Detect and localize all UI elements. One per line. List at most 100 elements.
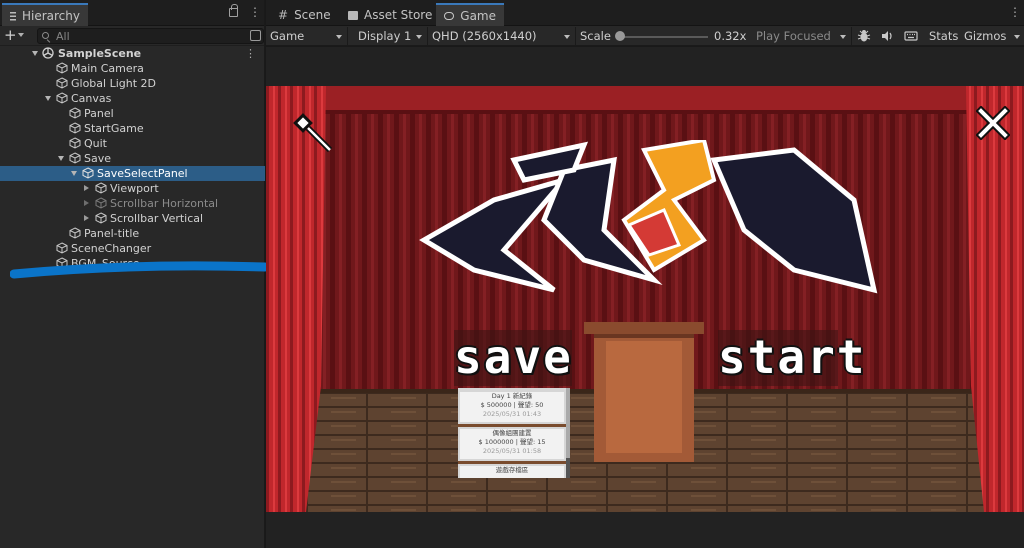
tree-item-panel[interactable]: Panel (0, 106, 265, 121)
add-button[interactable]: + (4, 27, 17, 43)
tab-scene-label: Scene (294, 7, 331, 22)
collapse-arrow-icon[interactable] (84, 200, 89, 206)
tree-item-quit[interactable]: Quit (0, 136, 265, 151)
tree-item-label: Save (84, 152, 112, 165)
collapse-arrow-icon[interactable] (84, 215, 89, 221)
grid-icon: # (278, 7, 289, 22)
save-slot[interactable]: 偶像組團建置 $ 1000000 | 聲望: 15 2025/05/31 01:… (460, 429, 564, 459)
scale-value: 0.32x (714, 29, 747, 43)
gamepad-icon (444, 11, 455, 20)
save-slot-stats: $ 500000 | 聲望: 50 (480, 401, 544, 409)
tree-item-canvas[interactable]: Canvas (0, 91, 265, 106)
scrollbar-thumb[interactable] (566, 458, 570, 478)
tab-asset-store-label: Asset Store (364, 7, 433, 22)
gameobject-cube-icon (56, 77, 68, 89)
hierarchy-toolbar: + (0, 26, 264, 46)
save-slot-date: 2025/05/31 01:43 (482, 410, 542, 418)
scale-slider-thumb[interactable] (615, 31, 625, 41)
tree-item-label: Global Light 2D (71, 77, 157, 90)
tree-item-label: Main Camera (71, 62, 144, 75)
scene-options-icon[interactable]: ⋮ (245, 47, 256, 60)
save-list-scrollbar[interactable] (566, 388, 570, 478)
redaction-scribble (10, 261, 270, 279)
save-slot-list[interactable]: Day 1 新紀錄 $ 500000 | 聲望: 50 2025/05/31 0… (458, 388, 570, 478)
chevron-down-icon (416, 35, 422, 39)
game-view-panel: # Scene Asset Store Game ⋮ Game Display … (266, 0, 1024, 548)
expand-arrow-icon[interactable] (71, 171, 77, 176)
gameobject-cube-icon (69, 152, 81, 164)
tab-hierarchy-label: Hierarchy (21, 8, 80, 23)
game-render: save start Day 1 新紀錄 $ 500000 | 聲望: 50 2… (266, 86, 1024, 512)
display-dropdown[interactable]: Display 1 (354, 27, 428, 45)
hierarchy-search[interactable] (37, 28, 264, 44)
start-button[interactable]: start (718, 330, 864, 386)
more-options-icon[interactable]: ⋮ (249, 6, 261, 18)
chevron-down-icon (336, 35, 342, 39)
save-slot-stats: $ 1000000 | 聲望: 15 (478, 438, 546, 446)
gameobject-cube-icon (69, 107, 81, 119)
game-logo-image (419, 140, 878, 294)
expand-arrow-icon[interactable] (32, 51, 38, 56)
expand-arrow-icon[interactable] (58, 156, 64, 161)
bug-icon[interactable] (857, 29, 871, 43)
gameobject-cube-icon (95, 197, 107, 209)
search-input[interactable] (56, 29, 236, 43)
gizmos-button[interactable]: Gizmos (964, 27, 1006, 45)
collapse-arrow-icon[interactable] (84, 185, 89, 191)
more-options-icon[interactable]: ⋮ (1009, 6, 1021, 18)
scale-label: Scale (580, 29, 611, 43)
hierarchy-panel: Hierarchy ⋮ + SampleScene ⋮ Main Camera (0, 0, 270, 548)
gameobject-cube-icon (82, 167, 94, 179)
expand-arrow-icon[interactable] (45, 96, 51, 101)
save-slot[interactable]: Day 1 新紀錄 $ 500000 | 聲望: 50 2025/05/31 0… (460, 392, 564, 422)
tree-item-label: StartGame (84, 122, 144, 135)
keyboard-icon[interactable] (904, 29, 918, 43)
tree-item-global-light-2d[interactable]: Global Light 2D (0, 76, 265, 91)
gameobject-cube-icon (56, 242, 68, 254)
scale-slider-track[interactable] (618, 36, 708, 38)
gameobject-cube-icon (95, 182, 107, 194)
play-mode-dropdown[interactable]: Play Focused (752, 27, 852, 45)
resolution-dropdown[interactable]: QHD (2560x1440) (428, 27, 576, 45)
audio-speaker-icon[interactable] (880, 29, 894, 43)
save-button[interactable]: save (454, 330, 572, 386)
gameobject-cube-icon (69, 122, 81, 134)
chevron-down-icon[interactable] (1014, 35, 1020, 39)
gameobject-cube-icon (95, 212, 107, 224)
gameobject-cube-icon (69, 227, 81, 239)
wrench-icon[interactable] (292, 112, 336, 156)
search-icon (42, 32, 49, 39)
tree-item-label: Viewport (110, 182, 159, 195)
tree-item-save[interactable]: Save (0, 151, 265, 166)
tab-game[interactable]: Game (436, 3, 504, 26)
tree-item-label: SceneChanger (71, 242, 152, 255)
tree-item-viewport[interactable]: Viewport (0, 181, 265, 196)
tab-scene[interactable]: # Scene (270, 3, 339, 26)
tab-game-label: Game (460, 8, 496, 23)
gameobject-cube-icon (56, 62, 68, 74)
tree-item-scenechanger[interactable]: SceneChanger (0, 241, 265, 256)
tree-item-samplescene[interactable]: SampleScene ⋮ (0, 46, 265, 61)
lock-icon[interactable] (229, 4, 238, 17)
close-icon[interactable] (976, 106, 1010, 140)
tree-item-label: Quit (84, 137, 107, 150)
display-label: Display 1 (358, 29, 412, 43)
editor-tabbar: # Scene Asset Store Game ⋮ (266, 0, 1024, 26)
filter-icon[interactable] (250, 30, 261, 41)
chevron-down-icon (840, 35, 846, 39)
view-mode-dropdown[interactable]: Game (266, 27, 348, 45)
stats-button[interactable]: Stats (929, 27, 958, 45)
tree-item-main-camera[interactable]: Main Camera (0, 61, 265, 76)
tree-item-panel-title[interactable]: Panel-title (0, 226, 265, 241)
chevron-down-icon[interactable] (18, 33, 24, 37)
slot-divider (458, 461, 570, 464)
save-slot-title: 偶像組團建置 (492, 429, 532, 437)
tab-asset-store[interactable]: Asset Store (340, 3, 440, 26)
tree-item-saveselectpanel[interactable]: SaveSelectPanel (0, 166, 265, 181)
tab-hierarchy[interactable]: Hierarchy (2, 3, 88, 26)
tree-item-startgame[interactable]: StartGame (0, 121, 265, 136)
tree-item-scrollbar-horizontal[interactable]: Scrollbar Horizontal (0, 196, 265, 211)
tree-item-scrollbar-vertical[interactable]: Scrollbar Vertical (0, 211, 265, 226)
save-slot[interactable]: 遊戲存檔區 (460, 466, 564, 478)
tree-item-label: Scrollbar Vertical (110, 212, 204, 225)
